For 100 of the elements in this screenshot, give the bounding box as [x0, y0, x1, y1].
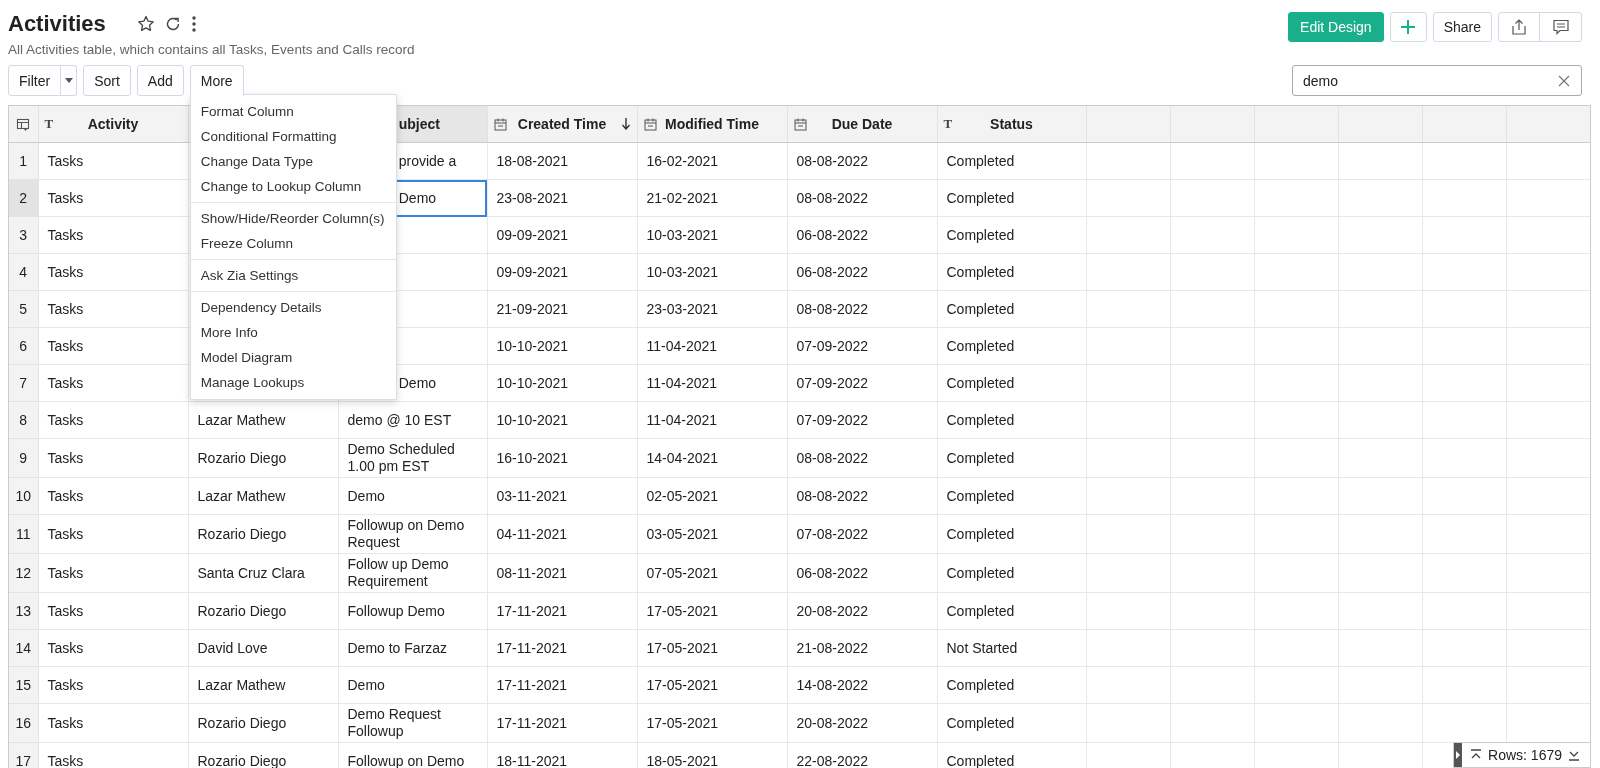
table-cell: Rozario Diego	[197, 449, 287, 466]
table-cell: 10-10-2021	[496, 374, 569, 391]
share-button[interactable]: Share	[1432, 12, 1492, 42]
row-number[interactable]: 14	[9, 629, 38, 667]
toolbar-button[interactable]: Add	[136, 65, 184, 96]
row-number[interactable]: 7	[9, 364, 38, 402]
row-number[interactable]: 9	[9, 438, 38, 478]
menu-item[interactable]: Dependency Details	[190, 295, 396, 320]
calendar-icon	[493, 117, 507, 131]
table-cell: 14-04-2021	[646, 449, 719, 466]
scroll-to-top-icon[interactable]	[1470, 749, 1483, 761]
table-cell: Completed	[946, 263, 1015, 280]
table-cell: Followup Demo	[347, 602, 445, 619]
column-header[interactable]: Modified Time	[637, 106, 787, 143]
toolbar-button[interactable]: More	[189, 65, 244, 96]
table-cell: 17-11-2021	[496, 676, 568, 693]
table-cell: Rozario Diego	[197, 602, 287, 619]
table-cell: Demo to Farzaz	[347, 639, 448, 656]
collapse-handle[interactable]	[1454, 743, 1463, 767]
table-cell: 04-11-2021	[496, 525, 568, 542]
filter-button[interactable]: Filter	[8, 65, 62, 96]
menu-item[interactable]: Change Data Type	[190, 149, 396, 174]
row-number[interactable]: 10	[9, 477, 38, 515]
table-cell: 22-08-2022	[796, 752, 869, 768]
table-cell: Demo	[347, 487, 385, 504]
menu-item[interactable]: Ask Zia Settings	[190, 263, 396, 288]
scroll-to-bottom-icon[interactable]	[1568, 749, 1580, 761]
table-cell: Santa Cruz Clara	[197, 564, 305, 581]
table-cell: 06-08-2022	[796, 226, 869, 243]
table-cell: Completed	[946, 564, 1015, 581]
table-cell: Followup on Demo Request	[347, 517, 465, 550]
row-number[interactable]: 17	[9, 742, 38, 768]
toolbar-button[interactable]: Sort	[83, 65, 131, 96]
table-cell: Demo Scheduled 1.00 pm EST	[347, 441, 455, 474]
menu-item[interactable]: Show/Hide/Reorder Column(s)	[190, 206, 396, 231]
table-cell: Completed	[946, 337, 1015, 354]
table-cell: Tasks	[47, 487, 84, 504]
row-number[interactable]: 8	[9, 401, 38, 439]
table-cell: Completed	[946, 449, 1015, 466]
row-number[interactable]: 1	[9, 142, 38, 180]
table-cell: Tasks	[47, 564, 84, 581]
plus-icon	[1400, 19, 1417, 35]
table-cell: 17-05-2021	[646, 714, 719, 731]
table-cell: Tasks	[47, 602, 84, 619]
add-button[interactable]	[1389, 12, 1427, 42]
row-number[interactable]: 5	[9, 290, 38, 328]
menu-item[interactable]: Change to Lookup Column	[190, 174, 396, 199]
table-cell: Not Started	[946, 639, 1018, 656]
table-cell: Tasks	[47, 263, 84, 280]
table-cell: Lazar Mathew	[197, 411, 286, 428]
comments-button[interactable]	[1540, 12, 1582, 42]
table-cell: 11-04-2021	[646, 337, 718, 354]
clear-icon[interactable]	[1558, 75, 1570, 87]
table-cell: 21-02-2021	[646, 189, 719, 206]
table-cell: Completed	[946, 300, 1015, 317]
table-cell: Rozario Diego	[197, 714, 287, 731]
table-cell: 20-08-2022	[796, 602, 869, 619]
row-number[interactable]: 13	[9, 592, 38, 630]
table-options-icon[interactable]	[16, 118, 31, 133]
table-cell: 23-08-2021	[496, 189, 569, 206]
table-cell: Demo Request Followup	[347, 706, 441, 739]
column-header[interactable]: Created Time	[487, 106, 637, 143]
column-header[interactable]: Due Date	[787, 106, 937, 143]
table-cell: Followup on Demo	[347, 752, 465, 768]
menu-item[interactable]: Freeze Column	[190, 231, 396, 256]
table-cell: 17-05-2021	[646, 676, 719, 693]
column-header[interactable]: T Activity	[38, 106, 188, 143]
table-cell: Tasks	[47, 152, 84, 169]
row-number[interactable]: 16	[9, 703, 38, 743]
row-number[interactable]: 2	[9, 179, 38, 217]
table-cell: Tasks	[47, 374, 84, 391]
column-header[interactable]: T Status	[937, 106, 1086, 143]
text-type-icon: T	[943, 116, 953, 132]
search-field[interactable]: demo	[1292, 65, 1582, 96]
sort-descending-icon[interactable]	[620, 118, 631, 130]
table-cell: 08-08-2022	[796, 300, 869, 317]
table-cell: 10-03-2021	[646, 263, 719, 280]
row-number[interactable]: 12	[9, 553, 38, 593]
export-button[interactable]	[1498, 12, 1540, 42]
table-cell: 07-09-2022	[796, 374, 869, 391]
filter-dropdown-button[interactable]	[61, 65, 78, 96]
row-number[interactable]: 4	[9, 253, 38, 291]
caret-icon	[1456, 751, 1461, 759]
table-cell: Completed	[946, 226, 1015, 243]
row-number[interactable]: 15	[9, 666, 38, 704]
table-cell: Tasks	[47, 449, 84, 466]
row-number[interactable]: 3	[9, 216, 38, 254]
more-options-icon[interactable]	[190, 15, 197, 33]
row-number[interactable]: 11	[9, 514, 38, 554]
table-cell: 23-03-2021	[646, 300, 719, 317]
table-cell: Completed	[946, 487, 1015, 504]
text-type-icon: T	[44, 116, 54, 132]
table-cell: Completed	[946, 189, 1015, 206]
row-number[interactable]: 6	[9, 327, 38, 365]
menu-item[interactable]: More Info	[190, 320, 396, 345]
calendar-icon	[793, 117, 807, 131]
table-cell: 10-10-2021	[496, 411, 569, 428]
menu-item[interactable]: Manage Lookups	[190, 370, 396, 395]
menu-item[interactable]: Model Diagram	[190, 345, 396, 370]
star-icon[interactable]	[136, 15, 155, 33]
